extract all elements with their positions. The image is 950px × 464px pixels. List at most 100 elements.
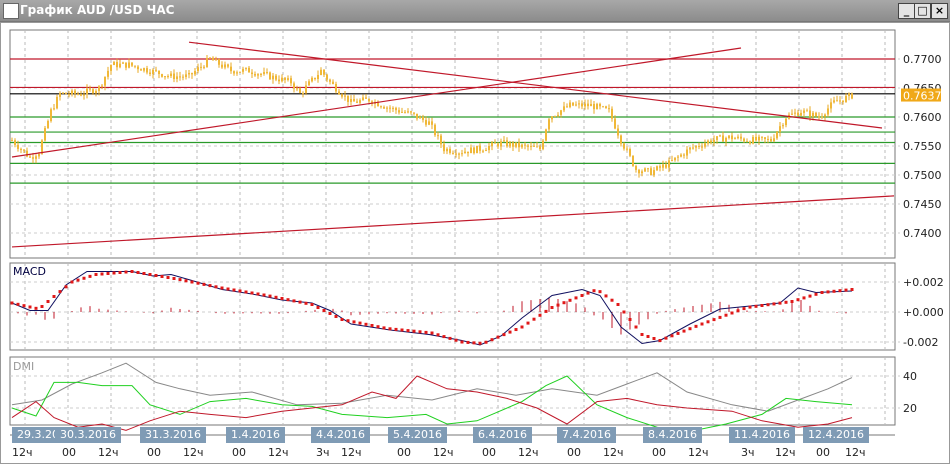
candle-body (140, 69, 142, 71)
candle-body (566, 106, 568, 108)
candle-body (386, 107, 388, 109)
macd-signal-dot (364, 322, 368, 326)
macd-signal-dot (160, 275, 164, 278)
candle-body (35, 156, 37, 159)
macd-signal-dot (700, 322, 704, 326)
candle-body (146, 68, 148, 73)
candle-body (440, 135, 442, 145)
date-label: 11.4.2016 (729, 427, 795, 443)
candle-body (746, 141, 748, 143)
chart-canvas[interactable]: 0.77000.76500.76000.75500.75000.74500.74… (0, 0, 950, 464)
macd-signal-dot (736, 309, 740, 313)
macd-signal-dot (94, 273, 98, 276)
hour-label: 12ч (341, 446, 362, 459)
macd-signal-dot (718, 315, 722, 319)
macd-signal-dot (742, 307, 746, 311)
macd-signal-dot (10, 301, 14, 305)
candle-body (560, 110, 562, 115)
candle-body (761, 136, 763, 138)
macd-signal-dot (826, 290, 830, 294)
candle-body (689, 147, 691, 150)
candle-body (599, 103, 601, 107)
candle-body (500, 141, 502, 147)
candle-body (53, 108, 55, 110)
candle-body (47, 121, 49, 129)
macd-signal-dot (592, 289, 596, 293)
macd-signal-dot (286, 298, 290, 302)
candle-body (344, 95, 346, 97)
candle-body (635, 166, 637, 170)
candle-body (521, 144, 523, 148)
candle-body (773, 138, 775, 142)
hour-label: 00 (652, 446, 666, 459)
macd-signal-dot (466, 340, 470, 344)
candle-body (659, 166, 661, 168)
candle-body (836, 100, 838, 102)
candle-body (296, 88, 298, 90)
candle-body (380, 106, 382, 108)
candle-body (662, 164, 664, 168)
hour-label: 00 (816, 446, 830, 459)
candle-body (557, 114, 559, 116)
candle-body (539, 146, 541, 150)
candle-body (416, 113, 418, 119)
candle-body (263, 72, 265, 74)
macd-signal-dot (706, 320, 710, 324)
candle-body (770, 138, 772, 142)
candle-body (728, 135, 730, 138)
candle-body (125, 62, 127, 68)
macd-signal-dot (844, 288, 848, 292)
hour-label: 00 (567, 446, 581, 459)
candle-body (29, 156, 31, 158)
candle-body (338, 91, 340, 95)
macd-signal-dot (850, 288, 854, 291)
macd-signal-dot (664, 336, 668, 340)
candle-body (758, 136, 760, 141)
date-label: 4.4.2016 (311, 427, 370, 443)
macd-signal-dot (508, 330, 512, 334)
macd-signal-dot (526, 321, 530, 325)
macd-signal-dot (82, 276, 86, 280)
candle-body (632, 155, 634, 167)
macd-signal-dot (232, 288, 236, 292)
macd-signal-dot (832, 289, 836, 293)
candle-body (200, 66, 202, 68)
candle-body (179, 76, 181, 78)
candle-body (332, 81, 334, 84)
candle-body (299, 88, 301, 94)
macd-signal-dot (262, 293, 266, 297)
candle-body (785, 118, 787, 126)
macd-signal-dot (814, 292, 818, 296)
candle-body (644, 168, 646, 172)
candle-body (752, 136, 754, 144)
candle-body (260, 73, 262, 75)
macd-signal-dot (484, 340, 488, 344)
price-tick-label: 0.7700 (903, 53, 942, 66)
candle-body (353, 99, 355, 102)
candle-body (581, 103, 583, 107)
candle-body (257, 74, 259, 76)
candle-body (38, 153, 40, 157)
macd-signal-dot (748, 305, 752, 309)
candle-body (410, 111, 412, 113)
macd-signal-dot (136, 271, 140, 274)
macd-signal-dot (634, 325, 638, 329)
candle-body (128, 62, 130, 68)
macd-signal-dot (388, 327, 392, 331)
macd-signal-dot (316, 306, 320, 309)
macd-signal-dot (34, 306, 38, 310)
candle-body (515, 142, 517, 147)
candle-body (458, 153, 460, 155)
macd-signal-dot (376, 325, 380, 329)
candle-body (311, 77, 313, 82)
macd-signal-dot (22, 304, 26, 308)
macd-signal-dot (70, 280, 74, 284)
macd-signal-dot (256, 292, 260, 296)
candle-body (194, 71, 196, 75)
candle-body (419, 116, 421, 119)
macd-signal-dot (766, 303, 770, 307)
candle-body (674, 157, 676, 161)
macd-signal-dot (382, 326, 386, 330)
macd-signal-dot (712, 318, 716, 322)
macd-signal-dot (292, 299, 296, 303)
